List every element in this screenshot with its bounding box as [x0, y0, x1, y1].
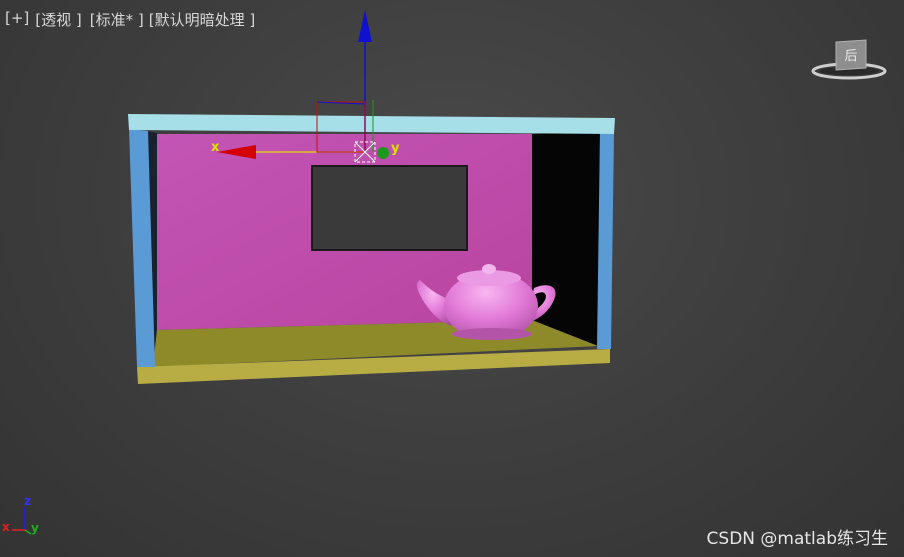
gizmo-z-arrow[interactable] — [358, 10, 372, 42]
watermark: CSDN @matlab练习生 — [706, 529, 888, 549]
lighting-label: 默认明暗处理 — [154, 11, 245, 29]
window-opening[interactable] — [311, 165, 468, 251]
tripod-x-label: x — [2, 520, 10, 534]
axis-tripod — [12, 507, 32, 535]
gizmo-x-label: x — [211, 140, 220, 155]
tripod-y-label: y — [31, 521, 39, 535]
scene-canvas[interactable] — [0, 0, 904, 557]
view-label: 透视 — [41, 11, 72, 29]
viewcube-face-label[interactable]: 后 — [836, 40, 866, 68]
viewport-plus-menu[interactable]: [+] — [5, 9, 29, 30]
tripod-z-label: z — [24, 494, 31, 508]
gizmo-y-label: y — [391, 141, 400, 156]
3d-viewport[interactable]: [+] [透视 ] [标准* ] [默认明暗处理 ] 后 x y z x y C… — [0, 0, 904, 557]
teapot-base — [452, 328, 532, 340]
viewport-label-menu: [+] [透视 ] [标准* ] [默认明暗处理 ] — [5, 9, 255, 30]
viewport-view-menu[interactable]: [透视 ] — [35, 9, 82, 30]
top-frame — [128, 114, 615, 134]
viewport-lighting-menu[interactable]: [默认明暗处理 ] — [149, 9, 256, 30]
teapot-lid-knob — [482, 264, 496, 274]
shading-label: 标准* — [95, 11, 134, 29]
viewport-shading-menu[interactable]: [标准* ] — [90, 9, 144, 30]
room-model[interactable] — [128, 114, 615, 384]
gizmo-y-handle[interactable] — [377, 147, 389, 159]
